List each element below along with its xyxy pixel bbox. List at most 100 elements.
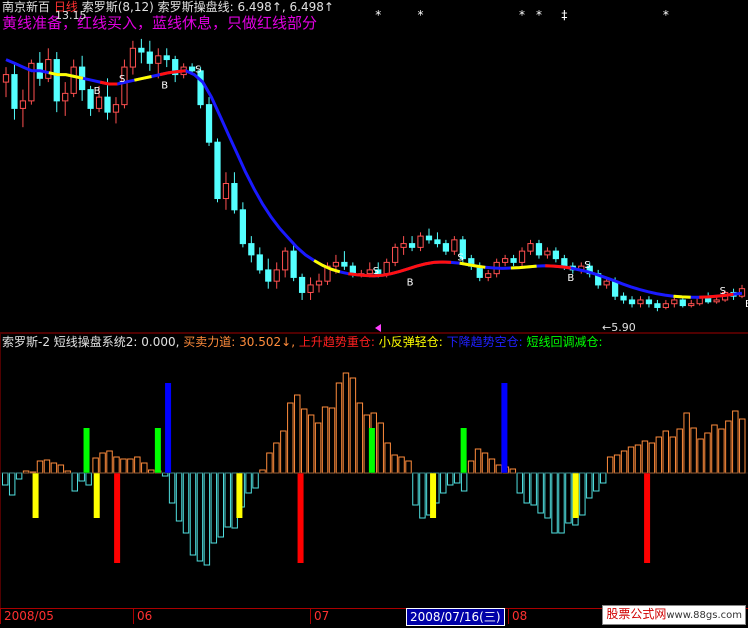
bar-positive xyxy=(141,462,148,474)
chart-stage[interactable]: BSBSSBSBSSB****‡* 南京新百 日线 索罗斯(8,12) 索罗斯操… xyxy=(0,0,748,626)
soros-line-red xyxy=(99,80,118,86)
bar-positive xyxy=(676,428,683,474)
candle-body xyxy=(442,243,450,252)
bar-positive xyxy=(718,428,725,474)
signal-s: S xyxy=(584,260,590,271)
indicator-label: 索罗斯(8,12) xyxy=(81,0,154,14)
marker-yellow xyxy=(236,473,243,518)
bars-layer xyxy=(2,372,746,566)
candle-body xyxy=(155,55,162,64)
candle-body xyxy=(620,295,627,301)
bar-negative xyxy=(523,472,530,504)
marker-green xyxy=(83,428,90,473)
candle-body xyxy=(662,303,669,308)
bar-positive xyxy=(613,454,621,474)
bar-positive xyxy=(22,470,30,474)
candle-body xyxy=(239,209,246,245)
candle-body xyxy=(400,243,407,248)
bar-positive xyxy=(99,452,106,474)
candle-body xyxy=(332,261,340,267)
candle-body xyxy=(205,104,213,143)
candle-body xyxy=(679,299,686,307)
marker-red xyxy=(114,473,121,563)
candle-body xyxy=(290,250,297,278)
marker-green xyxy=(154,428,161,473)
candle-body xyxy=(654,303,661,308)
candle-body xyxy=(637,299,644,305)
lower-name: 索罗斯-2 xyxy=(2,335,50,349)
bar-positive xyxy=(92,457,99,474)
bar-negative xyxy=(551,472,558,534)
signal-s: S xyxy=(195,65,201,76)
bar-negative xyxy=(71,472,78,492)
line-value-label: 索罗斯操盘线: 6.498↑, 6.498↑ xyxy=(157,0,334,14)
bar-positive xyxy=(509,468,517,474)
bar-positive xyxy=(134,456,141,474)
down-legend: 下降趋势空仓: xyxy=(446,335,523,349)
candle-body xyxy=(502,258,509,263)
bar-positive xyxy=(335,382,343,474)
star-marker: * xyxy=(536,8,542,22)
signal-b: B xyxy=(94,86,101,97)
candle-body xyxy=(112,104,120,113)
bar-positive xyxy=(307,414,315,474)
bar-negative xyxy=(593,472,600,492)
x-tick: 08 xyxy=(508,608,527,624)
bar-positive xyxy=(725,420,732,474)
candle-body xyxy=(298,276,306,293)
bar-negative xyxy=(453,472,461,484)
bar-negative xyxy=(189,472,197,556)
signal-s: S xyxy=(720,286,726,297)
bar-negative xyxy=(161,472,169,477)
candle-body xyxy=(256,254,263,271)
bar-negative xyxy=(203,472,211,566)
sys-value: 短线操盘系统2: 0.000, xyxy=(53,335,180,349)
watermark: 股票公式网www.88gs.com xyxy=(602,605,746,625)
bar-negative xyxy=(579,472,586,516)
bar-positive xyxy=(606,456,614,474)
bar-positive xyxy=(64,470,72,474)
bar-negative xyxy=(182,472,190,534)
candle-body xyxy=(628,299,636,305)
bar-positive xyxy=(280,430,287,474)
bar-negative xyxy=(252,472,259,489)
marker-green xyxy=(368,428,375,473)
bar-negative xyxy=(544,472,551,519)
candle-body xyxy=(392,246,399,263)
candle-body xyxy=(451,239,458,252)
candle-body xyxy=(611,280,619,297)
candle-body xyxy=(19,100,27,109)
bar-negative xyxy=(224,472,231,528)
marker-red xyxy=(644,473,651,563)
bar-positive xyxy=(50,462,58,474)
bar-positive xyxy=(127,458,134,474)
high-price-label: 13.15 xyxy=(55,9,87,22)
bar-negative xyxy=(599,472,607,484)
bar-negative xyxy=(419,472,426,519)
bar-positive xyxy=(43,459,51,474)
x-tick-cursor[interactable]: 2008/07/16(三) xyxy=(406,608,505,626)
bar-negative xyxy=(447,472,454,486)
candle-body xyxy=(315,280,323,286)
candle-body xyxy=(138,47,145,53)
bar-positive xyxy=(363,414,371,474)
marker-blue xyxy=(165,383,172,473)
candle-body xyxy=(273,269,280,282)
candle-body xyxy=(62,92,69,102)
chart-canvas[interactable]: BSBSSBSBSSB****‡* xyxy=(0,0,748,624)
bar-negative xyxy=(168,472,176,504)
candle-body xyxy=(265,269,272,282)
candle-body xyxy=(45,59,52,79)
candle-body xyxy=(11,74,18,109)
bar-positive xyxy=(398,456,405,474)
signal-b: B xyxy=(161,81,168,92)
bar-negative xyxy=(196,472,204,562)
candle-body xyxy=(535,243,543,256)
candle-body xyxy=(485,273,492,278)
candle-body xyxy=(341,261,348,267)
bar-positive xyxy=(739,418,746,474)
bar-positive xyxy=(259,469,266,474)
marker-yellow xyxy=(430,473,437,518)
marker-green xyxy=(460,428,467,473)
bar-positive xyxy=(488,458,496,474)
